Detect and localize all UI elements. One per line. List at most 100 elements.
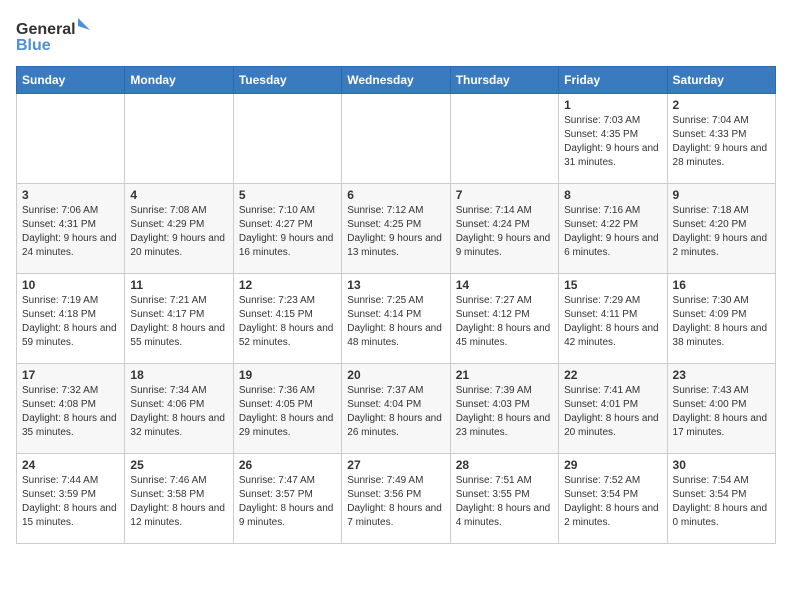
day-number: 21 xyxy=(456,368,553,382)
day-number: 19 xyxy=(239,368,336,382)
calendar-cell: 20 Sunrise: 7:37 AM Sunset: 4:04 PM Dayli… xyxy=(342,364,450,454)
weekday-header: Sunday xyxy=(17,67,125,94)
day-info: Sunrise: 7:18 AM Sunset: 4:20 PM Dayligh… xyxy=(673,204,770,260)
calendar-cell: 3 Sunrise: 7:06 AM Sunset: 4:31 PM Daylig… xyxy=(17,184,125,274)
day-info: Sunrise: 7:19 AM Sunset: 4:18 PM Dayligh… xyxy=(22,294,119,350)
calendar-week-row: 17 Sunrise: 7:32 AM Sunset: 4:08 PM Dayli… xyxy=(17,364,776,454)
calendar-cell: 25 Sunrise: 7:46 AM Sunset: 3:58 PM Dayli… xyxy=(125,454,233,544)
day-info: Sunrise: 7:12 AM Sunset: 4:25 PM Dayligh… xyxy=(347,204,444,260)
weekday-header: Friday xyxy=(559,67,667,94)
calendar-cell xyxy=(17,94,125,184)
svg-text:Blue: Blue xyxy=(16,37,51,54)
svg-text:General: General xyxy=(16,21,76,38)
day-info: Sunrise: 7:29 AM Sunset: 4:11 PM Dayligh… xyxy=(564,294,661,350)
calendar-week-row: 3 Sunrise: 7:06 AM Sunset: 4:31 PM Daylig… xyxy=(17,184,776,274)
day-info: Sunrise: 7:49 AM Sunset: 3:56 PM Dayligh… xyxy=(347,474,444,530)
day-number: 11 xyxy=(130,278,227,292)
weekday-header: Wednesday xyxy=(342,67,450,94)
day-info: Sunrise: 7:52 AM Sunset: 3:54 PM Dayligh… xyxy=(564,474,661,530)
day-info: Sunrise: 7:51 AM Sunset: 3:55 PM Dayligh… xyxy=(456,474,553,530)
day-info: Sunrise: 7:34 AM Sunset: 4:06 PM Dayligh… xyxy=(130,384,227,440)
calendar-cell: 17 Sunrise: 7:32 AM Sunset: 4:08 PM Dayli… xyxy=(17,364,125,454)
calendar-cell: 2 Sunrise: 7:04 AM Sunset: 4:33 PM Daylig… xyxy=(667,94,775,184)
day-number: 16 xyxy=(673,278,770,292)
day-number: 5 xyxy=(239,188,336,202)
day-info: Sunrise: 7:41 AM Sunset: 4:01 PM Dayligh… xyxy=(564,384,661,440)
calendar-week-row: 10 Sunrise: 7:19 AM Sunset: 4:18 PM Dayli… xyxy=(17,274,776,364)
calendar-cell: 16 Sunrise: 7:30 AM Sunset: 4:09 PM Dayli… xyxy=(667,274,775,364)
day-number: 20 xyxy=(347,368,444,382)
calendar-week-row: 1 Sunrise: 7:03 AM Sunset: 4:35 PM Daylig… xyxy=(17,94,776,184)
calendar-cell: 14 Sunrise: 7:27 AM Sunset: 4:12 PM Dayli… xyxy=(450,274,558,364)
day-number: 27 xyxy=(347,458,444,472)
day-number: 1 xyxy=(564,98,661,112)
page-header: GeneralBlue xyxy=(16,16,776,56)
calendar-cell: 18 Sunrise: 7:34 AM Sunset: 4:06 PM Dayli… xyxy=(125,364,233,454)
day-info: Sunrise: 7:30 AM Sunset: 4:09 PM Dayligh… xyxy=(673,294,770,350)
calendar-cell: 26 Sunrise: 7:47 AM Sunset: 3:57 PM Dayli… xyxy=(233,454,341,544)
calendar-cell xyxy=(342,94,450,184)
calendar-cell: 24Sunrise: 7:44 AM Sunset: 3:59 PM Dayli… xyxy=(17,454,125,544)
day-number: 26 xyxy=(239,458,336,472)
day-number: 25 xyxy=(130,458,227,472)
calendar-cell: 12Sunrise: 7:23 AM Sunset: 4:15 PM Dayli… xyxy=(233,274,341,364)
calendar-week-row: 24Sunrise: 7:44 AM Sunset: 3:59 PM Dayli… xyxy=(17,454,776,544)
day-number: 22 xyxy=(564,368,661,382)
day-info: Sunrise: 7:37 AM Sunset: 4:04 PM Dayligh… xyxy=(347,384,444,440)
day-number: 28 xyxy=(456,458,553,472)
day-info: Sunrise: 7:43 AM Sunset: 4:00 PM Dayligh… xyxy=(673,384,770,440)
day-number: 4 xyxy=(130,188,227,202)
day-info: Sunrise: 7:46 AM Sunset: 3:58 PM Dayligh… xyxy=(130,474,227,530)
logo: GeneralBlue xyxy=(16,16,96,56)
calendar-cell: 29 Sunrise: 7:52 AM Sunset: 3:54 PM Dayli… xyxy=(559,454,667,544)
day-info: Sunrise: 7:54 AM Sunset: 3:54 PM Dayligh… xyxy=(673,474,770,530)
day-info: Sunrise: 7:47 AM Sunset: 3:57 PM Dayligh… xyxy=(239,474,336,530)
day-info: Sunrise: 7:06 AM Sunset: 4:31 PM Dayligh… xyxy=(22,204,119,260)
calendar-cell: 22 Sunrise: 7:41 AM Sunset: 4:01 PM Dayli… xyxy=(559,364,667,454)
day-info: Sunrise: 7:16 AM Sunset: 4:22 PM Dayligh… xyxy=(564,204,661,260)
day-info: Sunrise: 7:04 AM Sunset: 4:33 PM Dayligh… xyxy=(673,114,770,170)
weekday-header: Tuesday xyxy=(233,67,341,94)
day-number: 15 xyxy=(564,278,661,292)
weekday-header: Monday xyxy=(125,67,233,94)
calendar-cell: 9Sunrise: 7:18 AM Sunset: 4:20 PM Daylig… xyxy=(667,184,775,274)
day-info: Sunrise: 7:27 AM Sunset: 4:12 PM Dayligh… xyxy=(456,294,553,350)
calendar-cell: 8Sunrise: 7:16 AM Sunset: 4:22 PM Daylig… xyxy=(559,184,667,274)
day-number: 2 xyxy=(673,98,770,112)
calendar-cell: 1 Sunrise: 7:03 AM Sunset: 4:35 PM Daylig… xyxy=(559,94,667,184)
day-info: Sunrise: 7:25 AM Sunset: 4:14 PM Dayligh… xyxy=(347,294,444,350)
day-info: Sunrise: 7:44 AM Sunset: 3:59 PM Dayligh… xyxy=(22,474,119,530)
calendar-cell xyxy=(233,94,341,184)
day-info: Sunrise: 7:14 AM Sunset: 4:24 PM Dayligh… xyxy=(456,204,553,260)
day-number: 23 xyxy=(673,368,770,382)
day-info: Sunrise: 7:10 AM Sunset: 4:27 PM Dayligh… xyxy=(239,204,336,260)
day-info: Sunrise: 7:08 AM Sunset: 4:29 PM Dayligh… xyxy=(130,204,227,260)
calendar-cell: 6 Sunrise: 7:12 AM Sunset: 4:25 PM Daylig… xyxy=(342,184,450,274)
calendar-cell: 21 Sunrise: 7:39 AM Sunset: 4:03 PM Dayli… xyxy=(450,364,558,454)
day-number: 10 xyxy=(22,278,119,292)
day-number: 17 xyxy=(22,368,119,382)
calendar-cell xyxy=(450,94,558,184)
weekday-header-row: SundayMondayTuesdayWednesdayThursdayFrid… xyxy=(17,67,776,94)
calendar-table: SundayMondayTuesdayWednesdayThursdayFrid… xyxy=(16,66,776,544)
day-info: Sunrise: 7:23 AM Sunset: 4:15 PM Dayligh… xyxy=(239,294,336,350)
day-info: Sunrise: 7:32 AM Sunset: 4:08 PM Dayligh… xyxy=(22,384,119,440)
day-info: Sunrise: 7:39 AM Sunset: 4:03 PM Dayligh… xyxy=(456,384,553,440)
day-number: 29 xyxy=(564,458,661,472)
calendar-cell: 13 Sunrise: 7:25 AM Sunset: 4:14 PM Dayli… xyxy=(342,274,450,364)
calendar-cell: 11 Sunrise: 7:21 AM Sunset: 4:17 PM Dayli… xyxy=(125,274,233,364)
day-number: 6 xyxy=(347,188,444,202)
day-info: Sunrise: 7:21 AM Sunset: 4:17 PM Dayligh… xyxy=(130,294,227,350)
day-info: Sunrise: 7:36 AM Sunset: 4:05 PM Dayligh… xyxy=(239,384,336,440)
calendar-cell: 19 Sunrise: 7:36 AM Sunset: 4:05 PM Dayli… xyxy=(233,364,341,454)
day-number: 14 xyxy=(456,278,553,292)
calendar-cell: 28 Sunrise: 7:51 AM Sunset: 3:55 PM Dayli… xyxy=(450,454,558,544)
day-info: Sunrise: 7:03 AM Sunset: 4:35 PM Dayligh… xyxy=(564,114,661,170)
calendar-cell xyxy=(125,94,233,184)
calendar-cell: 15 Sunrise: 7:29 AM Sunset: 4:11 PM Dayli… xyxy=(559,274,667,364)
day-number: 3 xyxy=(22,188,119,202)
day-number: 18 xyxy=(130,368,227,382)
calendar-cell: 5 Sunrise: 7:10 AM Sunset: 4:27 PM Daylig… xyxy=(233,184,341,274)
day-number: 13 xyxy=(347,278,444,292)
day-number: 30 xyxy=(673,458,770,472)
